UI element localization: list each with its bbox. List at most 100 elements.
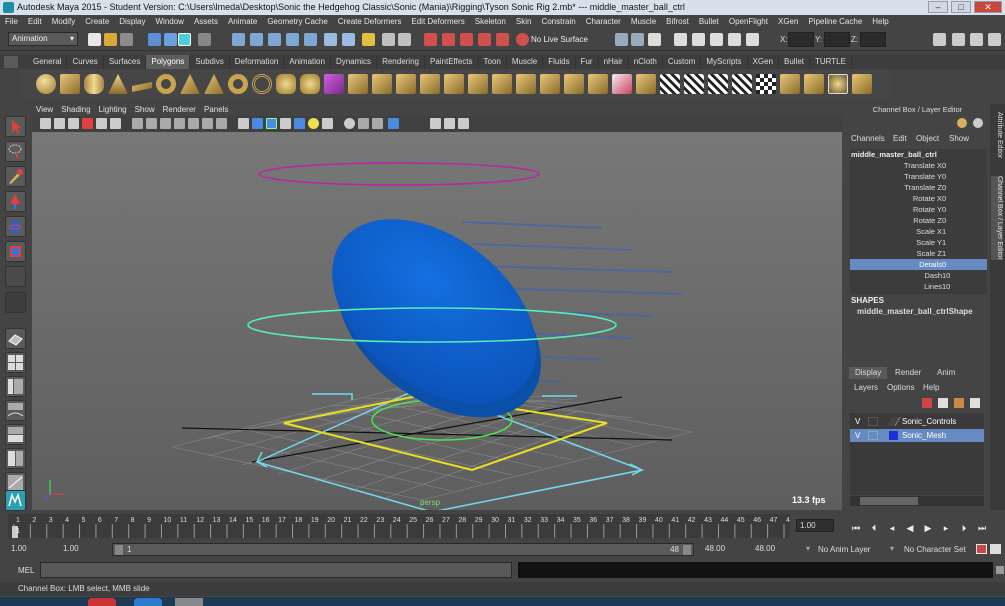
- taskbar-app-icon[interactable]: [175, 598, 203, 606]
- taskbar-app-icon[interactable]: [88, 598, 116, 606]
- menu-skeleton[interactable]: Skeleton: [470, 15, 511, 29]
- layer-tab-anim[interactable]: Anim: [931, 367, 961, 379]
- render-settings-icon[interactable]: [424, 33, 437, 46]
- smooth-shade-icon[interactable]: [252, 118, 263, 129]
- grease-pencil-icon[interactable]: [110, 118, 121, 129]
- shelf-tab-xgen[interactable]: XGen: [748, 55, 779, 69]
- absolute-transform-icon[interactable]: [692, 33, 705, 46]
- new-scene-icon[interactable]: [88, 33, 101, 46]
- step-forward-key-icon[interactable]: ⏵: [958, 522, 970, 534]
- close-button[interactable]: ✕: [974, 1, 1002, 13]
- chevron-down-icon[interactable]: ▾: [806, 544, 810, 553]
- split-polygon-icon[interactable]: [708, 74, 728, 94]
- hypershade-icon[interactable]: [442, 33, 455, 46]
- snap-grid-icon[interactable]: [232, 33, 245, 46]
- viewport-menu-panels[interactable]: Panels: [200, 104, 232, 116]
- uv-checker-icon[interactable]: [756, 74, 776, 94]
- x-field[interactable]: [788, 32, 814, 47]
- move-layer-up-icon[interactable]: [954, 398, 964, 408]
- poly-prism-icon[interactable]: [180, 74, 200, 94]
- step-back-key-icon[interactable]: ⏴: [868, 522, 880, 534]
- range-slider[interactable]: 1 48: [112, 543, 694, 556]
- shelf-tab-toon[interactable]: Toon: [479, 55, 507, 69]
- viewport-menu-lighting[interactable]: Lighting: [95, 104, 131, 116]
- move-tool-icon[interactable]: [5, 191, 26, 212]
- shelf-tab-painteffects[interactable]: PaintEffects: [425, 55, 479, 69]
- shelf-tab-fluids[interactable]: Fluids: [543, 55, 576, 69]
- shelf-tab-ncloth[interactable]: nCloth: [629, 55, 663, 69]
- magnet-icon[interactable]: [516, 33, 529, 46]
- reduce-icon[interactable]: [564, 74, 584, 94]
- attr-value[interactable]: 0: [942, 160, 946, 171]
- menu-set-dropdown[interactable]: Animation ▾: [8, 32, 78, 46]
- menu-display[interactable]: Display: [114, 15, 150, 29]
- select-object-icon[interactable]: [164, 33, 177, 46]
- menu-bifrost[interactable]: Bifrost: [661, 15, 694, 29]
- attribute-editor-tab[interactable]: Attribute Editor: [991, 112, 1003, 158]
- channel-menu-channels[interactable]: Channels: [851, 134, 885, 143]
- menu-xgen[interactable]: XGen: [773, 15, 803, 29]
- shelf-tab-fur[interactable]: Fur: [576, 55, 599, 69]
- menu-animate[interactable]: Animate: [223, 15, 262, 29]
- wireframe-on-shaded-icon[interactable]: [266, 118, 277, 129]
- rotate-tool-icon[interactable]: [5, 216, 26, 237]
- viewport-menu-show[interactable]: Show: [131, 104, 159, 116]
- playback-start-field[interactable]: 1.00: [60, 543, 108, 556]
- output-ops-icon[interactable]: [342, 33, 355, 46]
- channel-box-icon[interactable]: [988, 33, 1001, 46]
- attr-value[interactable]: 0: [942, 193, 946, 204]
- construction-history-icon[interactable]: [362, 33, 375, 46]
- viewport-menu-shading[interactable]: Shading: [57, 104, 94, 116]
- bookmark-icon[interactable]: [68, 118, 79, 129]
- extract-icon[interactable]: [372, 74, 392, 94]
- go-to-end-icon[interactable]: ⏭: [976, 522, 988, 534]
- persp-outliner-layout-icon[interactable]: [5, 376, 26, 397]
- range-left-handle[interactable]: [115, 545, 123, 555]
- attr-value[interactable]: 10: [942, 270, 950, 281]
- menu-geometry-cache[interactable]: Geometry Cache: [262, 15, 332, 29]
- play-forward-icon[interactable]: ▶: [922, 522, 934, 534]
- attr-value[interactable]: 1: [942, 226, 946, 237]
- quad-draw-icon[interactable]: [852, 74, 872, 94]
- paint-select-tool-icon[interactable]: [5, 166, 26, 187]
- attr-row-dash[interactable]: Dash 10: [850, 270, 987, 281]
- minimize-button[interactable]: –: [928, 1, 948, 13]
- channel-box-layer-editor-tab[interactable]: Channel Box / Layer Editor: [991, 176, 1003, 260]
- menu-constrain[interactable]: Constrain: [536, 15, 580, 29]
- shelf-menu-icon[interactable]: [4, 56, 18, 68]
- open-scene-icon[interactable]: [104, 33, 117, 46]
- ambient-occlusion-icon[interactable]: [322, 118, 333, 129]
- channel-menu-object[interactable]: Object: [916, 134, 939, 143]
- attr-row-rotate-x[interactable]: Rotate X0: [850, 193, 987, 204]
- xray-components-icon[interactable]: [458, 118, 469, 129]
- menu-openflight[interactable]: OpenFlight: [724, 15, 773, 29]
- layer-tab-render[interactable]: Render: [889, 367, 927, 379]
- menu-muscle[interactable]: Muscle: [626, 15, 661, 29]
- menu-pipeline-cache[interactable]: Pipeline Cache: [803, 15, 867, 29]
- snap-point-icon[interactable]: [268, 33, 281, 46]
- shelf-tab-dynamics[interactable]: Dynamics: [331, 55, 378, 69]
- insert-edge-loop-icon[interactable]: [732, 74, 752, 94]
- shelf-tab-animation[interactable]: Animation: [284, 55, 331, 69]
- shelf-tab-custom[interactable]: Custom: [663, 55, 702, 69]
- viewport-menu-view[interactable]: View: [32, 104, 57, 116]
- ipr-render-icon[interactable]: [398, 33, 411, 46]
- xray-icon[interactable]: [430, 118, 441, 129]
- poly-helix-icon[interactable]: [252, 74, 272, 94]
- help-icon[interactable]: [973, 118, 983, 128]
- sculpt-geometry-icon[interactable]: [612, 74, 632, 94]
- anti-aliasing-icon[interactable]: [358, 118, 369, 129]
- persp-graph-layout-icon[interactable]: [5, 400, 26, 421]
- step-forward-frame-icon[interactable]: ▸: [940, 522, 952, 534]
- command-input[interactable]: [40, 562, 512, 578]
- range-right-handle[interactable]: [683, 545, 691, 555]
- input-ops-icon[interactable]: [324, 33, 337, 46]
- y-field[interactable]: [824, 32, 850, 47]
- poly-cone-icon[interactable]: [108, 74, 128, 94]
- film-gate-icon[interactable]: [146, 118, 157, 129]
- layer-color-swatch[interactable]: [886, 417, 901, 426]
- separate-icon[interactable]: [348, 74, 368, 94]
- textured-icon[interactable]: [280, 118, 291, 129]
- automatic-mapping-icon[interactable]: [804, 74, 824, 94]
- snap-view-plane-icon[interactable]: [286, 33, 299, 46]
